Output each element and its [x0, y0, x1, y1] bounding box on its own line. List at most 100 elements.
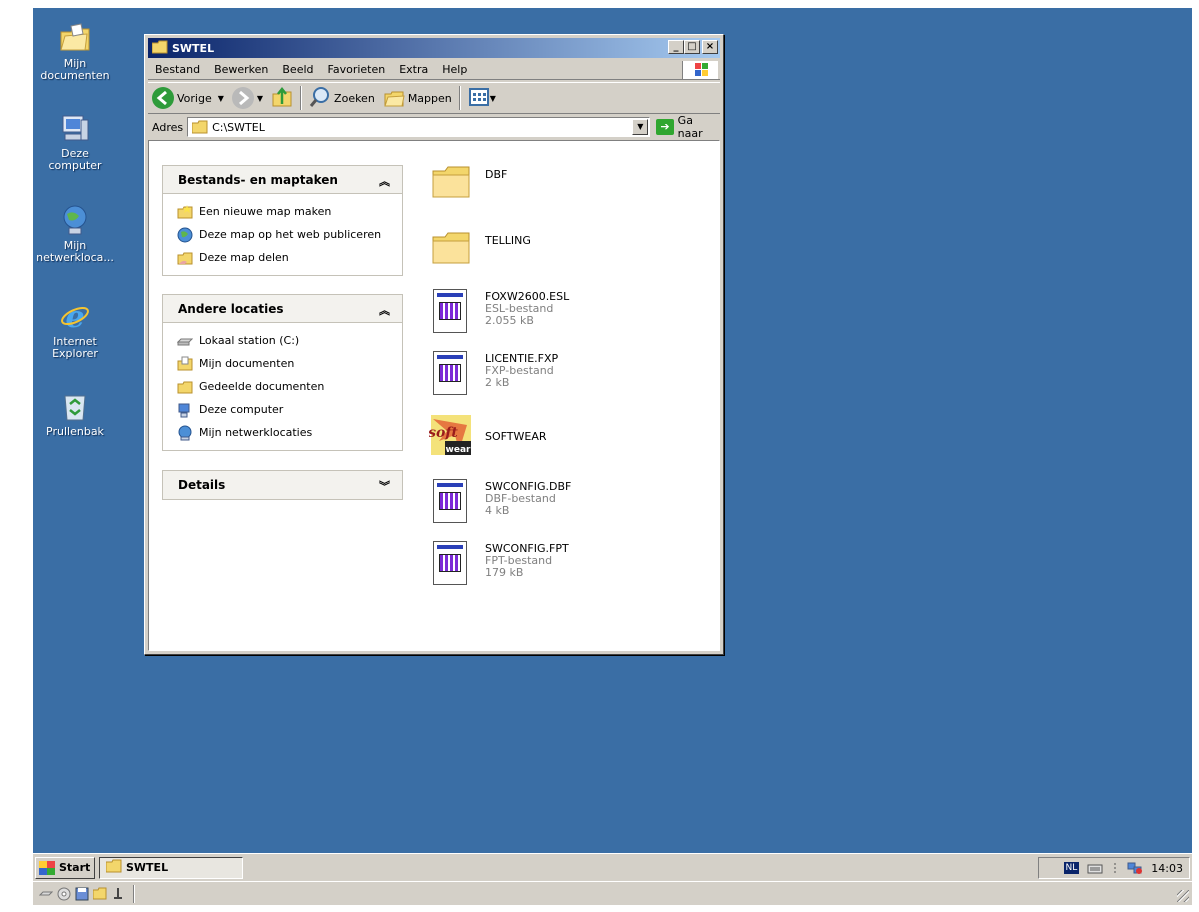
shared-documents-icon: [177, 379, 193, 395]
window-title: SWTEL: [172, 41, 215, 55]
task-label: Een nieuwe map maken: [199, 205, 332, 218]
file-item-softwear[interactable]: wear soft SOFTWEAR: [428, 411, 547, 459]
address-input[interactable]: C:\SWTEL ▼: [187, 117, 651, 137]
svg-text:e: e: [65, 300, 84, 332]
chevron-down-icon: ▼: [217, 93, 224, 103]
location-label: Lokaal station (C:): [199, 334, 300, 347]
folder-icon: [151, 40, 168, 57]
drive-icon[interactable]: [38, 887, 54, 901]
location-my-computer[interactable]: Deze computer: [177, 398, 402, 421]
back-button[interactable]: Vorige ▼: [148, 87, 228, 109]
tasks-panel-header[interactable]: Bestands- en maptaken ︽: [163, 166, 402, 194]
taskbar: Start SWTEL NL 14:03: [33, 853, 1192, 881]
folder-icon: [105, 859, 122, 876]
file-size: 4 kB: [485, 504, 510, 517]
search-label: Zoeken: [334, 91, 375, 105]
my-computer-icon: [59, 112, 91, 144]
desktop-icon-label: Prullenbak: [46, 425, 104, 438]
desktop-icon-my-documents[interactable]: Mijn documenten: [33, 22, 117, 82]
task-new-folder[interactable]: Een nieuwe map maken: [177, 200, 402, 223]
desktop-icon-label: Explorer: [52, 347, 98, 360]
taskbar-item-label: SWTEL: [126, 861, 169, 874]
desktop-icon-label: Deze computer: [48, 147, 102, 172]
file-item-dbf[interactable]: DBF: [429, 159, 507, 207]
web-publish-icon: [177, 227, 193, 243]
language-indicator[interactable]: NL: [1063, 862, 1080, 874]
menu-help[interactable]: Help: [435, 63, 474, 76]
go-label: Ga naar: [677, 114, 703, 140]
toolbar: Vorige ▼ ▼ Zoeken Mappen ▼: [148, 82, 720, 114]
close-button[interactable]: ×: [702, 40, 718, 54]
minimize-button[interactable]: _: [668, 40, 684, 54]
details-header[interactable]: Details ︾: [163, 471, 402, 499]
desktop-icon-my-computer[interactable]: Deze computer: [33, 112, 117, 172]
other-locations-header[interactable]: Andere locaties ︽: [163, 295, 402, 323]
file-icon: [429, 479, 473, 527]
clock[interactable]: 14:03: [1151, 862, 1183, 875]
cd-drive-icon[interactable]: [57, 887, 71, 901]
desktop-icon-network-places[interactable]: Mijn netwerkloca...: [33, 204, 117, 264]
file-item-licentie[interactable]: LICENTIE.FXP FXP-bestand 2 kB: [429, 351, 558, 399]
address-bar: Adres C:\SWTEL ▼ ➔ Ga naar: [148, 114, 720, 140]
file-size: 2.055 kB: [485, 314, 534, 327]
forward-button[interactable]: ▼: [228, 87, 267, 109]
system-tray: NL 14:03: [1038, 857, 1190, 879]
title-bar[interactable]: SWTEL _ □ ×: [148, 38, 720, 58]
file-item-swconfig-dbf[interactable]: SWCONFIG.DBF DBF-bestand 4 kB: [429, 479, 571, 527]
location-shared-documents[interactable]: Gedeelde documenten: [177, 375, 402, 398]
task-share-folder[interactable]: Deze map delen: [177, 246, 402, 269]
folders-button[interactable]: Mappen: [379, 86, 456, 111]
file-item-foxw2600[interactable]: FOXW2600.ESL ESL-bestand 2.055 kB: [429, 289, 569, 337]
maximize-button[interactable]: □: [684, 40, 700, 54]
menu-favorieten[interactable]: Favorieten: [321, 63, 393, 76]
search-button[interactable]: Zoeken: [305, 86, 379, 111]
menu-bestand[interactable]: Bestand: [148, 63, 207, 76]
network-status-icon[interactable]: [1127, 861, 1143, 875]
taskbar-item-swtel[interactable]: SWTEL: [99, 856, 243, 879]
desktop-icon-recycle-bin[interactable]: Prullenbak: [33, 390, 117, 438]
details-title: Details: [178, 478, 226, 492]
task-publish-web[interactable]: Deze map op het web publiceren: [177, 223, 402, 246]
desktop-icon-internet-explorer[interactable]: e Internet Explorer: [33, 300, 117, 360]
views-button[interactable]: ▼: [464, 86, 500, 111]
location-my-documents[interactable]: Mijn documenten: [177, 352, 402, 375]
resize-grip[interactable]: [1177, 890, 1189, 902]
keyboard-icon[interactable]: [1087, 861, 1103, 875]
recycle-bin-icon: [59, 390, 91, 422]
svg-text:wear: wear: [446, 445, 471, 455]
softwear-app-icon: wear soft: [428, 411, 473, 459]
go-arrow-icon: ➔: [656, 119, 674, 135]
menu-beeld[interactable]: Beeld: [275, 63, 320, 76]
start-button[interactable]: Start: [35, 856, 95, 879]
floppy-icon[interactable]: [75, 887, 89, 901]
location-label: Mijn netwerklocaties: [199, 426, 313, 439]
menu-bewerken[interactable]: Bewerken: [207, 63, 275, 76]
task-label: Deze map op het web publiceren: [199, 228, 382, 241]
go-button[interactable]: ➔ Ga naar: [656, 114, 720, 140]
collapse-icon[interactable]: ︽: [379, 302, 390, 318]
folder-icon[interactable]: [92, 887, 107, 901]
menu-extra[interactable]: Extra: [392, 63, 435, 76]
usb-icon[interactable]: [111, 887, 125, 901]
menu-bar: Bestand Bewerken Beeld Favorieten Extra …: [148, 60, 720, 80]
file-name: TELLING: [485, 234, 531, 247]
folder-icon: [429, 225, 473, 273]
desktop-icon-label: documenten: [40, 69, 110, 82]
location-network-places[interactable]: Mijn netwerklocaties: [177, 421, 402, 444]
file-item-telling[interactable]: TELLING: [429, 225, 531, 273]
location-local-drive[interactable]: Lokaal station (C:): [176, 329, 402, 352]
task-label: Deze map delen: [199, 251, 289, 264]
explorer-window: SWTEL _ □ × Bestand Bewerken Beeld Favor…: [144, 34, 724, 655]
file-icon: [429, 289, 473, 337]
up-folder-button[interactable]: [267, 86, 297, 111]
expand-icon[interactable]: ︾: [379, 478, 390, 494]
address-dropdown-button[interactable]: ▼: [632, 119, 649, 135]
back-label: Vorige: [177, 91, 212, 105]
address-value: C:\SWTEL: [212, 120, 265, 134]
collapse-icon[interactable]: ︽: [379, 173, 390, 189]
search-icon: [309, 86, 331, 111]
tray-separator-icon: [1111, 861, 1119, 875]
location-label: Deze computer: [199, 403, 284, 416]
file-item-swconfig-fpt[interactable]: SWCONFIG.FPT FPT-bestand 179 kB: [429, 541, 569, 589]
content-area: Bestands- en maptaken ︽ Een nieuwe map m…: [148, 140, 720, 651]
